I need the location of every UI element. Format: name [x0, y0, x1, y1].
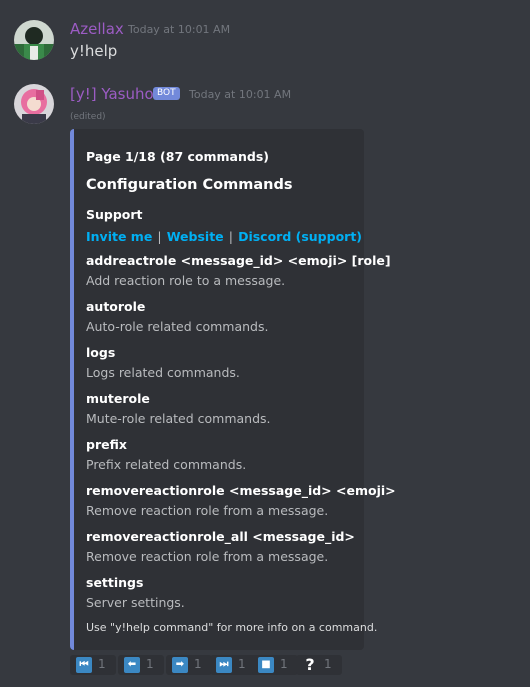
reaction-previous-page[interactable]: ⬅ 1 — [118, 655, 164, 675]
avatar[interactable] — [14, 84, 54, 124]
author-name[interactable]: [y!] Yasuho — [70, 85, 154, 103]
field-name: addreactrole <message_id> <emoji> [role] — [86, 253, 391, 268]
reaction-stop[interactable]: ■ 1 — [252, 655, 298, 675]
first-page-icon: ⏮ — [76, 657, 92, 673]
embed-support-label: Support — [86, 207, 143, 222]
field-value: Server settings. — [86, 595, 185, 610]
field-name: removereactionrole_all <message_id> — [86, 529, 355, 544]
field-value: Logs related commands. — [86, 365, 240, 380]
invite-me-link[interactable]: Invite me — [86, 229, 152, 244]
last-page-icon: ⏭ — [216, 657, 232, 673]
field-name: prefix — [86, 437, 127, 452]
reaction-help[interactable]: ? 1 — [296, 655, 342, 675]
reaction-count: 1 — [98, 657, 106, 671]
discord-support-link[interactable]: Discord (support) — [238, 229, 362, 244]
reaction-last-page[interactable]: ⏭ 1 — [210, 655, 256, 675]
bot-avatar-image — [14, 84, 54, 124]
field-value: Remove reaction role from a message. — [86, 549, 329, 564]
next-page-icon: ➡ — [172, 657, 188, 673]
message-content: y!help — [70, 42, 118, 60]
message-timestamp: Today at 10:01 AM — [128, 23, 231, 36]
link-separator: | — [157, 229, 162, 244]
previous-page-icon: ⬅ — [124, 657, 140, 673]
user-avatar-image — [14, 20, 54, 60]
field-name: settings — [86, 575, 144, 590]
reaction-next-page[interactable]: ➡ 1 — [166, 655, 212, 675]
field-value: Add reaction role to a message. — [86, 273, 286, 288]
field-name: muterole — [86, 391, 150, 406]
reaction-count: 1 — [146, 657, 154, 671]
field-name: autorole — [86, 299, 146, 314]
embed-page-indicator: Page 1/18 (87 commands) — [86, 149, 269, 164]
help-embed: Page 1/18 (87 commands) Configuration Co… — [70, 129, 396, 650]
field-name: removereactionrole <message_id> <emoji> — [86, 483, 396, 498]
field-value: Remove reaction role from a message. — [86, 503, 329, 518]
message-timestamp: Today at 10:01 AM — [189, 88, 292, 101]
reaction-count: 1 — [280, 657, 288, 671]
embed-title: Configuration Commands — [86, 177, 293, 193]
field-value: Auto-role related commands. — [86, 319, 269, 334]
reaction-first-page[interactable]: ⏮ 1 — [70, 655, 116, 675]
edited-indicator: (edited) — [70, 112, 106, 122]
reaction-count: 1 — [324, 657, 332, 671]
embed-links-row: Invite me | Website | Discord (support) — [86, 226, 362, 245]
field-name: logs — [86, 345, 116, 360]
reaction-count: 1 — [194, 657, 202, 671]
embed-footer: Use "y!help command" for more info on a … — [86, 621, 378, 634]
reaction-count: 1 — [238, 657, 246, 671]
website-link[interactable]: Website — [167, 229, 224, 244]
link-separator: | — [228, 229, 233, 244]
field-value: Mute-role related commands. — [86, 411, 271, 426]
question-icon: ? — [305, 655, 315, 674]
field-value: Prefix related commands. — [86, 457, 247, 472]
avatar[interactable] — [14, 20, 54, 60]
bot-tag-badge: BOT — [153, 87, 180, 100]
author-name[interactable]: Azellax — [70, 20, 124, 38]
stop-icon: ■ — [258, 657, 274, 673]
